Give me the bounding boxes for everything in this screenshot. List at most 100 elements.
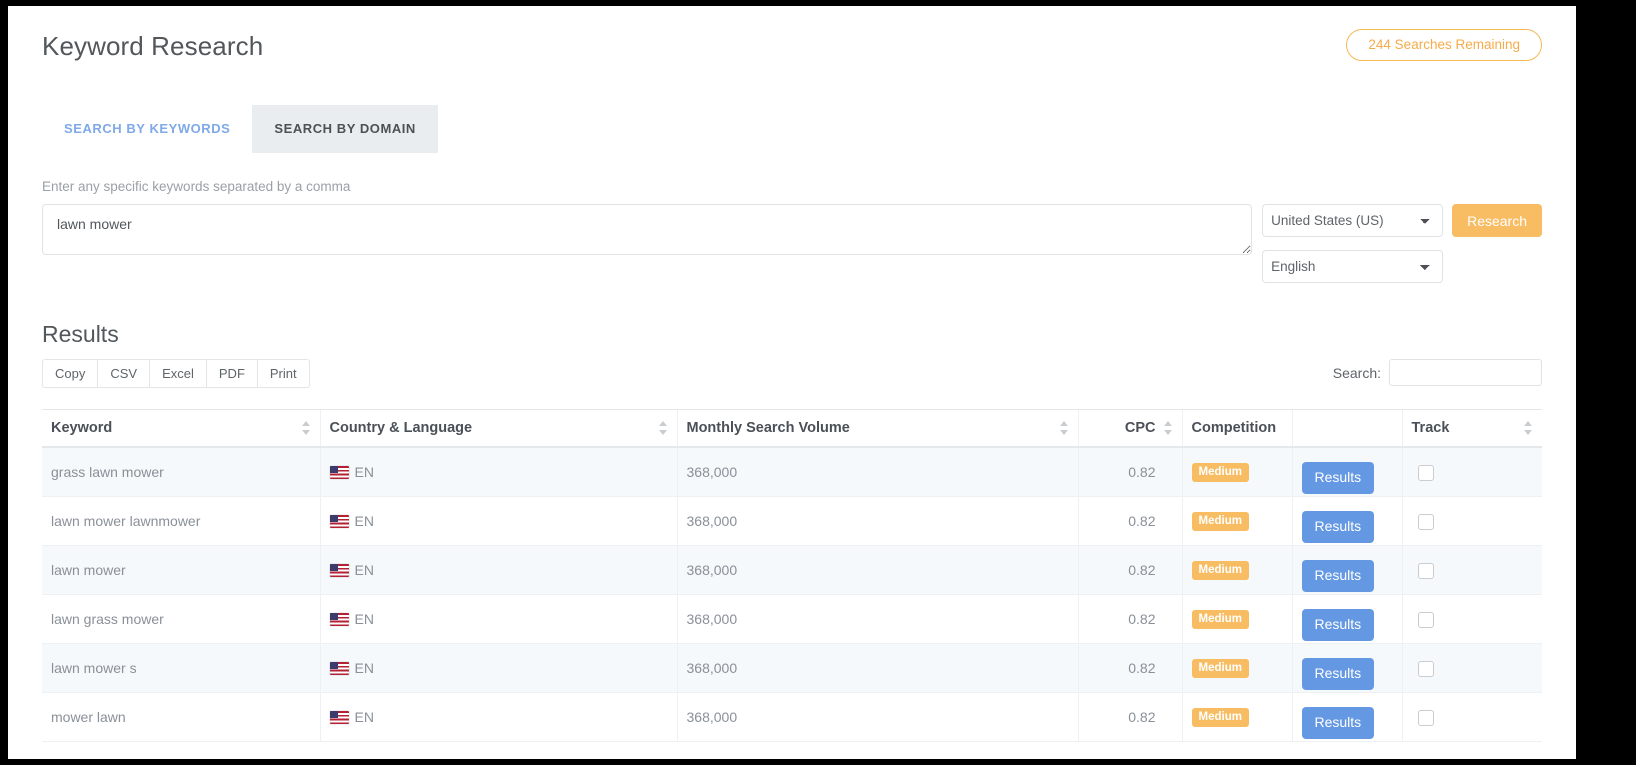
export-pdf-button[interactable]: PDF	[205, 359, 258, 388]
searches-remaining-badge: 244 Searches Remaining	[1346, 29, 1542, 61]
cell-actions: Results	[1291, 594, 1402, 644]
track-checkbox[interactable]	[1417, 709, 1434, 726]
cell-country-language: EN	[319, 594, 677, 644]
row-results-button[interactable]: Results	[1301, 462, 1375, 494]
competition-badge: Medium	[1191, 561, 1249, 580]
cpc-text: 0.82	[1128, 562, 1156, 578]
table-head: Keyword Country & Language Monthly Searc…	[42, 409, 1542, 448]
row-results-button[interactable]: Results	[1301, 511, 1375, 543]
volume-text: 368,000	[686, 660, 738, 676]
table-row: lawn mower EN 368,000 0.82 Medium Results	[42, 545, 1542, 595]
cell-cpc: 0.82	[1077, 447, 1182, 497]
page-header: Keyword Research 244 Searches Remaining	[8, 6, 1576, 84]
us-flag-icon	[329, 515, 349, 528]
column-header-track[interactable]: Track	[1401, 409, 1542, 448]
sort-icon[interactable]	[658, 421, 668, 435]
language-code: EN	[354, 709, 374, 725]
export-csv-button[interactable]: CSV	[97, 359, 151, 388]
us-flag-icon	[329, 662, 349, 675]
cell-actions: Results	[1291, 447, 1402, 497]
cell-track	[1401, 496, 1542, 546]
cell-track	[1401, 692, 1542, 742]
export-print-button[interactable]: Print	[256, 359, 310, 388]
column-header-monthly-search-volume-label: Monthly Search Volume	[686, 420, 850, 436]
keyword-search-form: Enter any specific keywords separated by…	[8, 179, 1576, 283]
language-code: EN	[354, 562, 374, 578]
column-header-cpc-label: CPC	[1124, 420, 1156, 436]
table-search-label: Search:	[1332, 364, 1381, 381]
cell-track	[1401, 545, 1542, 595]
cell-competition: Medium	[1181, 643, 1292, 693]
sort-icon[interactable]	[301, 421, 311, 435]
export-excel-button[interactable]: Excel	[149, 359, 207, 388]
research-button[interactable]: Research	[1452, 204, 1542, 237]
cell-monthly-search-volume: 368,000	[676, 692, 1078, 742]
column-header-country-language[interactable]: Country & Language	[319, 409, 677, 448]
cell-actions: Results	[1291, 545, 1402, 595]
cell-monthly-search-volume: 368,000	[676, 496, 1078, 546]
row-results-button[interactable]: Results	[1301, 560, 1375, 592]
cell-track	[1401, 594, 1542, 644]
column-header-cpc[interactable]: CPC	[1077, 409, 1182, 448]
row-results-button[interactable]: Results	[1301, 658, 1375, 690]
volume-text: 368,000	[686, 562, 738, 578]
competition-badge: Medium	[1191, 708, 1249, 727]
tab-search-by-keywords[interactable]: SEARCH BY KEYWORDS	[42, 105, 252, 153]
cell-country-language: EN	[319, 545, 677, 595]
results-toolbar: Copy CSV Excel PDF Print Search:	[42, 359, 1542, 395]
table-row: grass lawn mower EN 368,000 0.82 Medium Resul…	[42, 447, 1542, 497]
cell-competition: Medium	[1181, 447, 1292, 497]
table-search-input[interactable]	[1389, 359, 1542, 386]
row-results-button[interactable]: Results	[1301, 609, 1375, 641]
cell-keyword: grass lawn mower	[42, 447, 320, 497]
row-results-button[interactable]: Results	[1301, 707, 1375, 739]
volume-text: 368,000	[686, 464, 738, 480]
results-title: Results	[42, 321, 119, 347]
track-checkbox[interactable]	[1417, 562, 1434, 579]
table-row: mower lawn EN 368,000 0.82 Medium Results	[42, 692, 1542, 742]
country-select[interactable]: United States (US)	[1262, 204, 1444, 237]
table-header-row: Keyword Country & Language Monthly Searc…	[42, 409, 1542, 448]
keyword-text: lawn mower	[51, 562, 126, 578]
cpc-text: 0.82	[1128, 513, 1156, 529]
track-checkbox[interactable]	[1417, 464, 1434, 481]
page-title: Keyword Research	[42, 31, 264, 61]
cpc-text: 0.82	[1128, 464, 1156, 480]
form-controls-row: United States (US) English Research	[42, 204, 1542, 283]
column-header-keyword[interactable]: Keyword	[42, 409, 320, 448]
cell-monthly-search-volume: 368,000	[676, 447, 1078, 497]
language-code: EN	[354, 660, 374, 676]
tab-search-by-domain[interactable]: SEARCH BY DOMAIN	[252, 105, 438, 153]
keyword-text: mower lawn	[51, 709, 126, 725]
us-flag-icon	[329, 613, 349, 626]
competition-badge: Medium	[1191, 610, 1249, 629]
table-search-filter: Search:	[1333, 359, 1542, 386]
cell-actions: Results	[1291, 643, 1402, 693]
us-flag-icon	[329, 564, 349, 577]
app-viewport: Keyword Research 244 Searches Remaining …	[8, 6, 1576, 759]
cell-monthly-search-volume: 368,000	[676, 594, 1078, 644]
language-select[interactable]: English	[1262, 250, 1444, 283]
cell-actions: Results	[1291, 692, 1402, 742]
cell-monthly-search-volume: 368,000	[676, 545, 1078, 595]
track-checkbox[interactable]	[1417, 513, 1434, 530]
search-mode-tabs: SEARCH BY KEYWORDS SEARCH BY DOMAIN	[8, 105, 1576, 153]
cell-country-language: EN	[319, 496, 677, 546]
language-code: EN	[354, 611, 374, 627]
sort-icon[interactable]	[1524, 421, 1533, 435]
track-checkbox[interactable]	[1417, 660, 1434, 677]
track-checkbox[interactable]	[1417, 611, 1434, 628]
keyword-text: grass lawn mower	[51, 464, 164, 480]
keyword-text: lawn mower s	[51, 660, 137, 676]
export-copy-button[interactable]: Copy	[42, 359, 99, 388]
keywords-input[interactable]	[42, 204, 1253, 255]
cpc-text: 0.82	[1128, 709, 1156, 725]
export-buttons-group: Copy CSV Excel PDF Print	[42, 359, 1542, 388]
sort-icon[interactable]	[1163, 421, 1173, 435]
cell-competition: Medium	[1181, 594, 1292, 644]
volume-text: 368,000	[686, 611, 738, 627]
cell-competition: Medium	[1181, 496, 1292, 546]
sort-icon[interactable]	[1059, 421, 1069, 435]
language-code: EN	[354, 513, 374, 529]
column-header-monthly-search-volume[interactable]: Monthly Search Volume	[676, 409, 1078, 448]
